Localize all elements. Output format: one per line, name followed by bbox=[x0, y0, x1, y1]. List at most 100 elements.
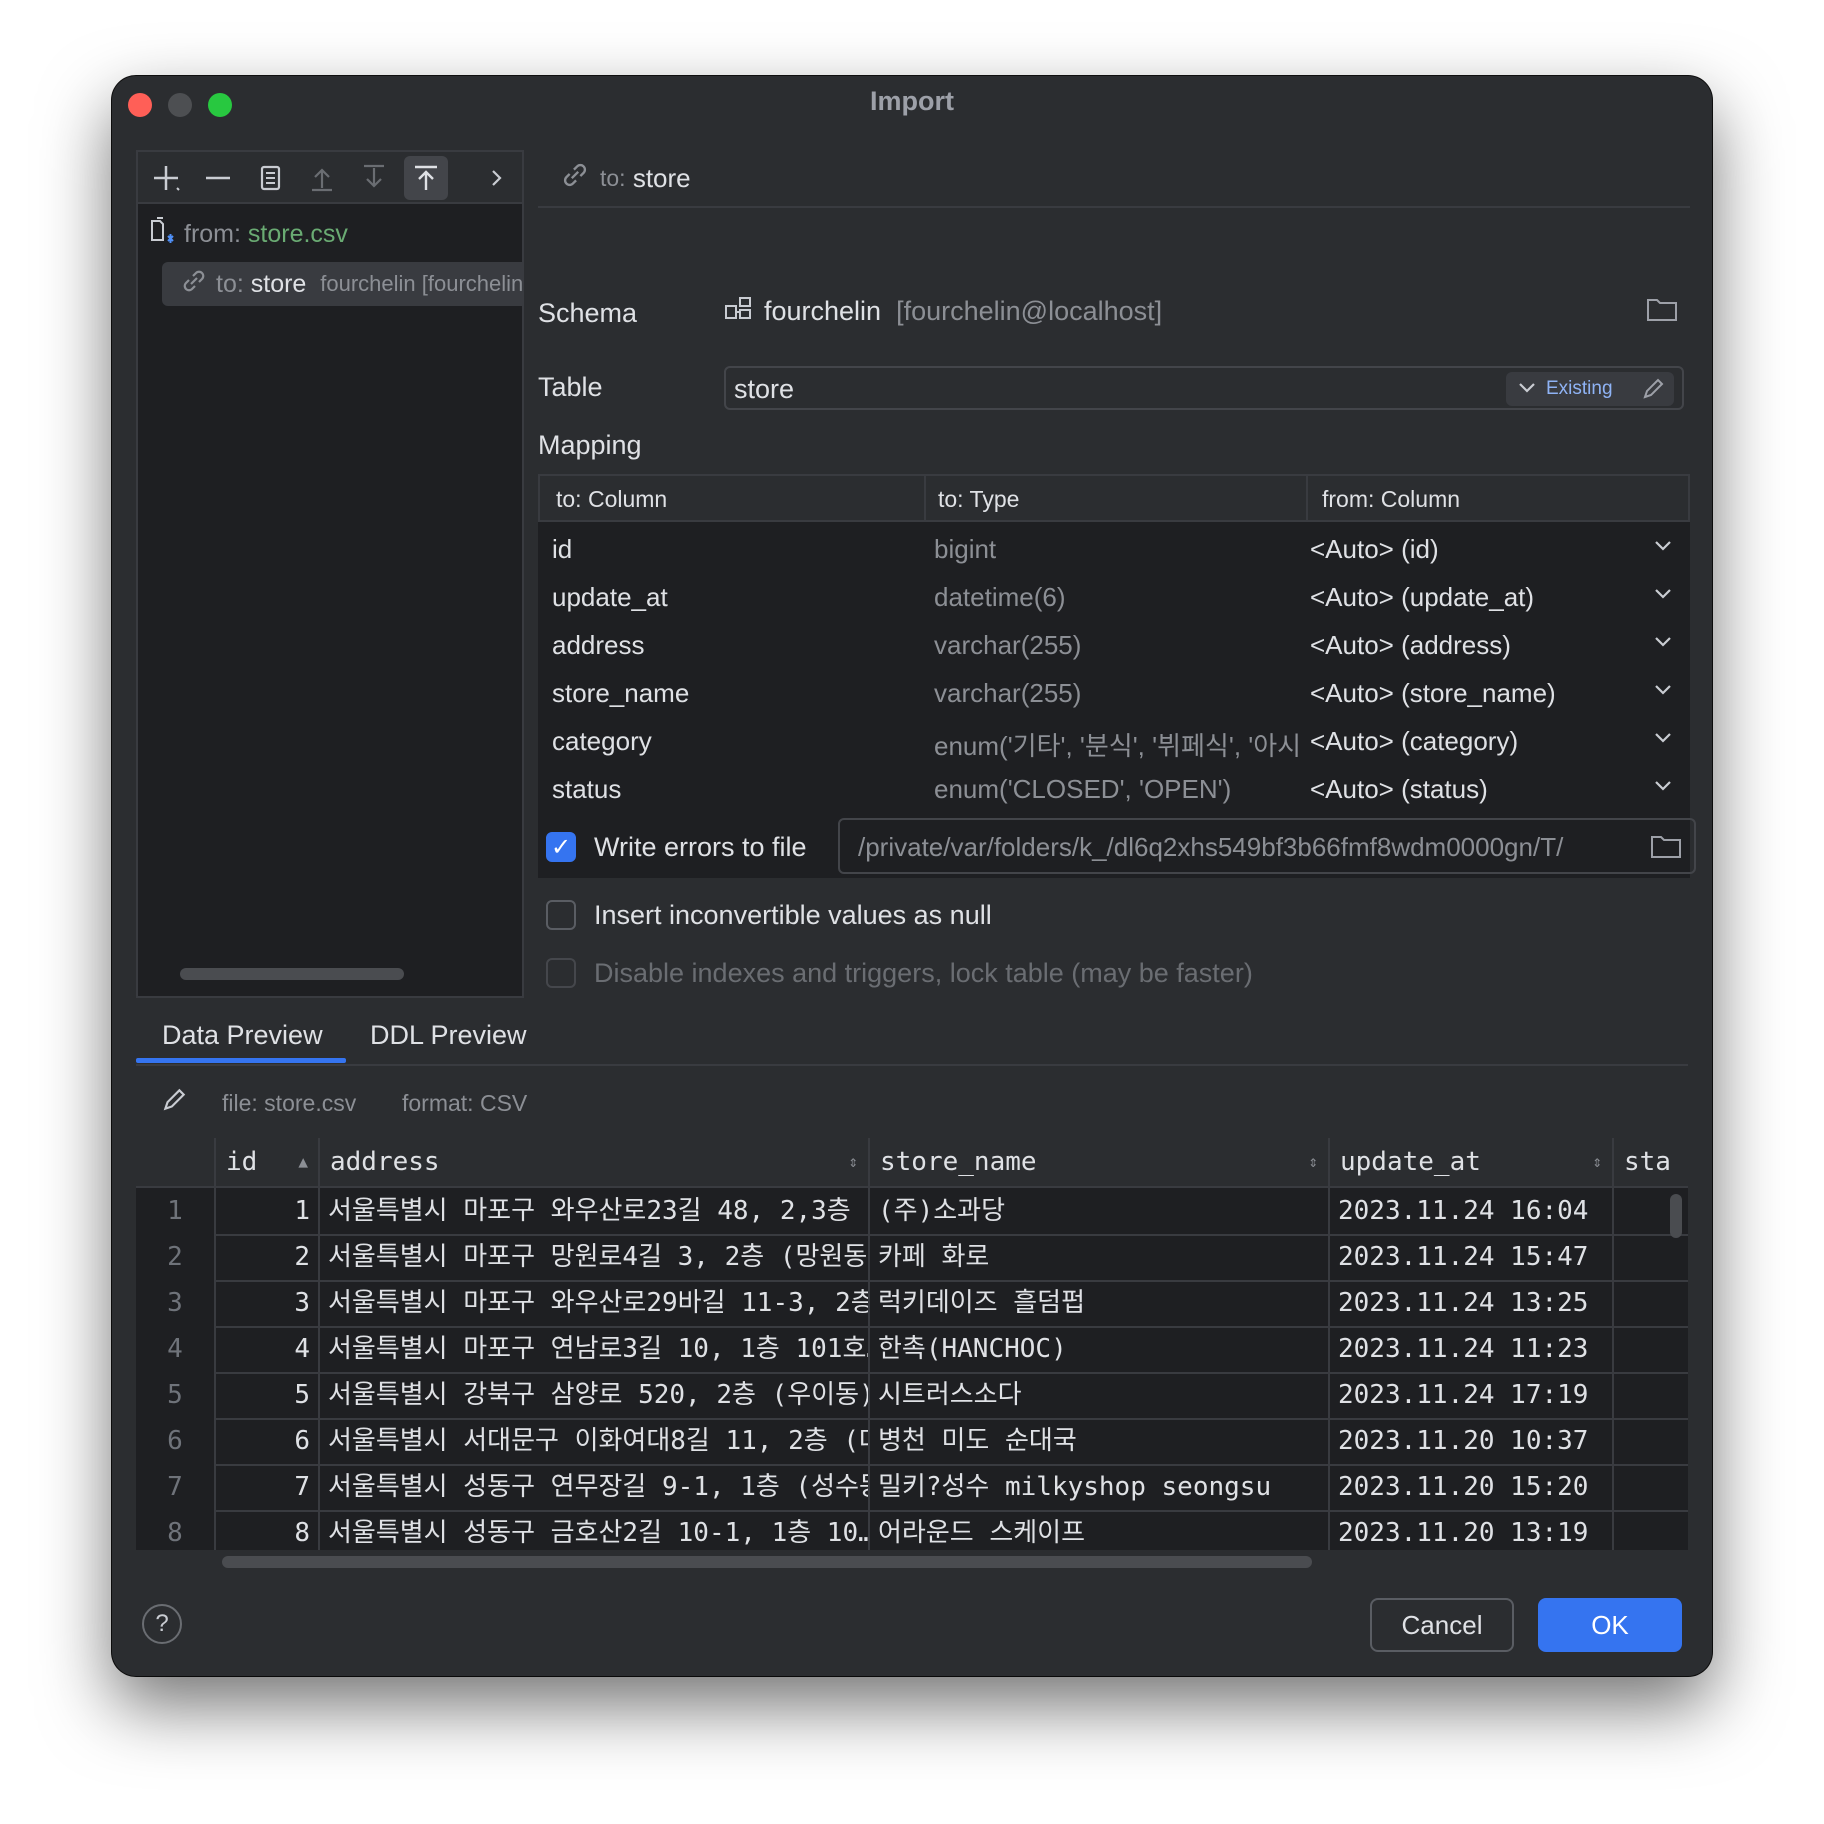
store-name-cell[interactable]: 럭키데이즈 흘덤펍 bbox=[870, 1280, 1330, 1326]
copy-icon[interactable] bbox=[248, 156, 292, 200]
mapping-row[interactable]: store_name varchar(255) <Auto> (store_na… bbox=[538, 668, 1690, 716]
update-at-cell[interactable]: 2023.11.20 13:19 bbox=[1330, 1510, 1614, 1550]
ok-button[interactable]: OK bbox=[1538, 1598, 1682, 1652]
table-row[interactable]: 3 3 서울특별시 마포구 와우산로29바길 11-3, 2층 럭키데이즈 흘덤펍 20… bbox=[136, 1280, 1688, 1328]
update-at-cell[interactable]: 2023.11.20 15:20 bbox=[1330, 1464, 1614, 1510]
mapping-row[interactable]: address varchar(255) <Auto> (address) bbox=[538, 620, 1690, 668]
status-cell[interactable] bbox=[1614, 1464, 1688, 1510]
update-at-cell[interactable]: 2023.11.20 10:37 bbox=[1330, 1418, 1614, 1464]
folder-icon[interactable] bbox=[1646, 296, 1678, 327]
table-row[interactable]: 11서울특별시 마포구 와우산로23길 48, 2,3층 (서교동)(주)소과당… bbox=[136, 1188, 1688, 1236]
address-cell[interactable]: 서울특별시 강북구 삼양로 520, 2층 (우이동) bbox=[320, 1372, 870, 1418]
plus-icon[interactable] bbox=[144, 156, 188, 200]
mapping-row[interactable]: id bigint <Auto> (id) bbox=[538, 524, 1690, 572]
update-at-cell[interactable]: 2023.11.24 16:04 bbox=[1330, 1188, 1614, 1234]
column-header-store-name[interactable]: store_name ⇕ bbox=[870, 1138, 1330, 1186]
row-number-cell[interactable]: 7 bbox=[136, 1464, 216, 1510]
table-row[interactable]: 5 5 서울특별시 강북구 삼양로 520, 2층 (우이동) 시트러스소다 2023.… bbox=[136, 1372, 1688, 1420]
sort-icon[interactable]: ⇕ bbox=[1592, 1138, 1602, 1186]
address-cell[interactable]: 서울특별시 성동구 금호산2길 10-1, 1층 10… bbox=[320, 1510, 870, 1550]
schema-value[interactable]: fourchelin [fourchelin@localhost] bbox=[724, 294, 1162, 329]
status-cell[interactable] bbox=[1614, 1280, 1688, 1326]
table-row[interactable]: 66서울특별시 서대문구 이화여대8길 11, 2층 (대현동)병천 미도 순대… bbox=[136, 1418, 1688, 1466]
address-cell[interactable]: 서울특별시 성동구 연무장길 9-1, 1층 (성수동2가) bbox=[320, 1464, 870, 1510]
write-errors-checkbox[interactable]: ✓ bbox=[546, 832, 576, 862]
id-cell[interactable]: 3 bbox=[216, 1280, 320, 1326]
update-at-cell[interactable]: 2023.11.24 15:47 bbox=[1330, 1234, 1614, 1280]
address-cell[interactable]: 서울특별시 마포구 연남로3길 10, 1층 101호… bbox=[320, 1326, 870, 1372]
address-cell[interactable]: 서울특별시 서대문구 이화여대8길 11, 2층 (대현동) bbox=[320, 1418, 870, 1464]
row-number-cell[interactable]: 2 bbox=[136, 1234, 216, 1280]
id-cell[interactable]: 5 bbox=[216, 1372, 320, 1418]
move-down-icon[interactable] bbox=[352, 156, 396, 200]
mapping-source[interactable]: <Auto> (store_name) bbox=[1310, 678, 1556, 709]
row-number-cell[interactable]: 8 bbox=[136, 1510, 216, 1550]
column-header-update-at[interactable]: update_at ⇕ bbox=[1330, 1138, 1614, 1186]
chevron-down-icon[interactable] bbox=[1652, 678, 1674, 706]
tree-item-target[interactable]: to: store fourchelin [fourchelin@localho… bbox=[162, 262, 522, 306]
pencil-icon[interactable] bbox=[160, 1086, 188, 1120]
tree-horizontal-scrollbar[interactable] bbox=[180, 968, 404, 980]
table-combobox[interactable]: store Existing bbox=[724, 366, 1684, 410]
mapping-row[interactable]: update_at datetime(6) <Auto> (update_at) bbox=[538, 572, 1690, 620]
cancel-button[interactable]: Cancel bbox=[1370, 1598, 1514, 1652]
chevron-down-icon[interactable] bbox=[1652, 630, 1674, 658]
minus-icon[interactable] bbox=[196, 156, 240, 200]
mapping-source[interactable]: <Auto> (update_at) bbox=[1310, 582, 1534, 613]
column-header-id[interactable]: id ▲ bbox=[216, 1138, 320, 1186]
tree-item-source[interactable]: from: store.csv bbox=[148, 212, 348, 256]
move-up-icon[interactable] bbox=[300, 156, 344, 200]
status-cell[interactable] bbox=[1614, 1372, 1688, 1418]
chevron-down-icon[interactable] bbox=[1652, 726, 1674, 754]
grid-vertical-scrollbar[interactable] bbox=[1670, 1194, 1682, 1238]
address-cell[interactable]: 서울특별시 마포구 와우산로29바길 11-3, 2층 bbox=[320, 1280, 870, 1326]
row-number-cell[interactable]: 1 bbox=[136, 1188, 216, 1234]
chevron-down-icon[interactable] bbox=[1652, 582, 1674, 610]
mapping-source[interactable]: <Auto> (id) bbox=[1310, 534, 1439, 565]
sort-icon[interactable]: ▲ bbox=[298, 1138, 308, 1186]
row-number-cell[interactable]: 4 bbox=[136, 1326, 216, 1372]
store-name-cell[interactable]: 어라운드 스케이프 bbox=[870, 1510, 1330, 1550]
store-name-cell[interactable]: 병천 미도 순대국 bbox=[870, 1418, 1330, 1464]
address-cell[interactable]: 서울특별시 마포구 망원로4길 3, 2층 (망원동) bbox=[320, 1234, 870, 1280]
help-button[interactable]: ? bbox=[142, 1604, 182, 1644]
insert-null-checkbox[interactable] bbox=[546, 900, 576, 930]
store-name-cell[interactable]: 시트러스소다 bbox=[870, 1372, 1330, 1418]
error-file-path-input[interactable]: /private/var/folders/k_/dl6q2xhs549bf3b6… bbox=[838, 818, 1696, 874]
column-header-address[interactable]: address ⇕ bbox=[320, 1138, 870, 1186]
status-cell[interactable] bbox=[1614, 1418, 1688, 1464]
folder-icon[interactable] bbox=[1650, 833, 1682, 864]
tab-data-preview[interactable]: Data Preview bbox=[162, 1020, 323, 1051]
mapping-source[interactable]: <Auto> (status) bbox=[1310, 774, 1488, 805]
address-cell[interactable]: 서울특별시 마포구 와우산로23길 48, 2,3층 (서교동) bbox=[320, 1188, 870, 1234]
mapping-source[interactable]: <Auto> (category) bbox=[1310, 726, 1518, 757]
table-row[interactable]: 77서울특별시 성동구 연무장길 9-1, 1층 (성수동2가)밀키?성수 mi… bbox=[136, 1464, 1688, 1512]
row-number-cell[interactable]: 6 bbox=[136, 1418, 216, 1464]
mapping-source[interactable]: <Auto> (address) bbox=[1310, 630, 1511, 661]
pencil-icon[interactable] bbox=[1640, 376, 1666, 407]
grid-horizontal-scrollbar[interactable] bbox=[222, 1556, 1312, 1568]
status-cell[interactable] bbox=[1614, 1326, 1688, 1372]
update-at-cell[interactable]: 2023.11.24 13:25 bbox=[1330, 1280, 1614, 1326]
row-number-cell[interactable]: 5 bbox=[136, 1372, 216, 1418]
store-name-cell[interactable]: 카페 화로 bbox=[870, 1234, 1330, 1280]
chevron-down-icon[interactable] bbox=[1652, 534, 1674, 562]
table-row[interactable]: 8 8 서울특별시 성동구 금호산2길 10-1, 1층 10… 어라운드 스케이프 2… bbox=[136, 1510, 1688, 1550]
export-top-icon[interactable] bbox=[404, 156, 448, 200]
id-cell[interactable]: 8 bbox=[216, 1510, 320, 1550]
store-name-cell[interactable]: 한촉(HANCHOC) bbox=[870, 1326, 1330, 1372]
chevron-right-icon[interactable] bbox=[474, 156, 518, 200]
table-row[interactable]: 2 2 서울특별시 마포구 망원로4길 3, 2층 (망원동) 카페 화로 2023.1… bbox=[136, 1234, 1688, 1282]
store-name-cell[interactable]: 밀키?성수 milkyshop seongsu bbox=[870, 1464, 1330, 1510]
status-cell[interactable] bbox=[1614, 1510, 1688, 1550]
id-cell[interactable]: 1 bbox=[216, 1188, 320, 1234]
mapping-row[interactable]: status enum('CLOSED', 'OPEN') <Auto> (st… bbox=[538, 764, 1690, 812]
store-name-cell[interactable]: (주)소과당 bbox=[870, 1188, 1330, 1234]
update-at-cell[interactable]: 2023.11.24 17:19 bbox=[1330, 1372, 1614, 1418]
id-cell[interactable]: 6 bbox=[216, 1418, 320, 1464]
status-cell[interactable] bbox=[1614, 1234, 1688, 1280]
row-number-cell[interactable]: 3 bbox=[136, 1280, 216, 1326]
disable-indexes-checkbox[interactable] bbox=[546, 958, 576, 988]
id-cell[interactable]: 2 bbox=[216, 1234, 320, 1280]
chevron-down-icon[interactable] bbox=[1516, 376, 1538, 403]
